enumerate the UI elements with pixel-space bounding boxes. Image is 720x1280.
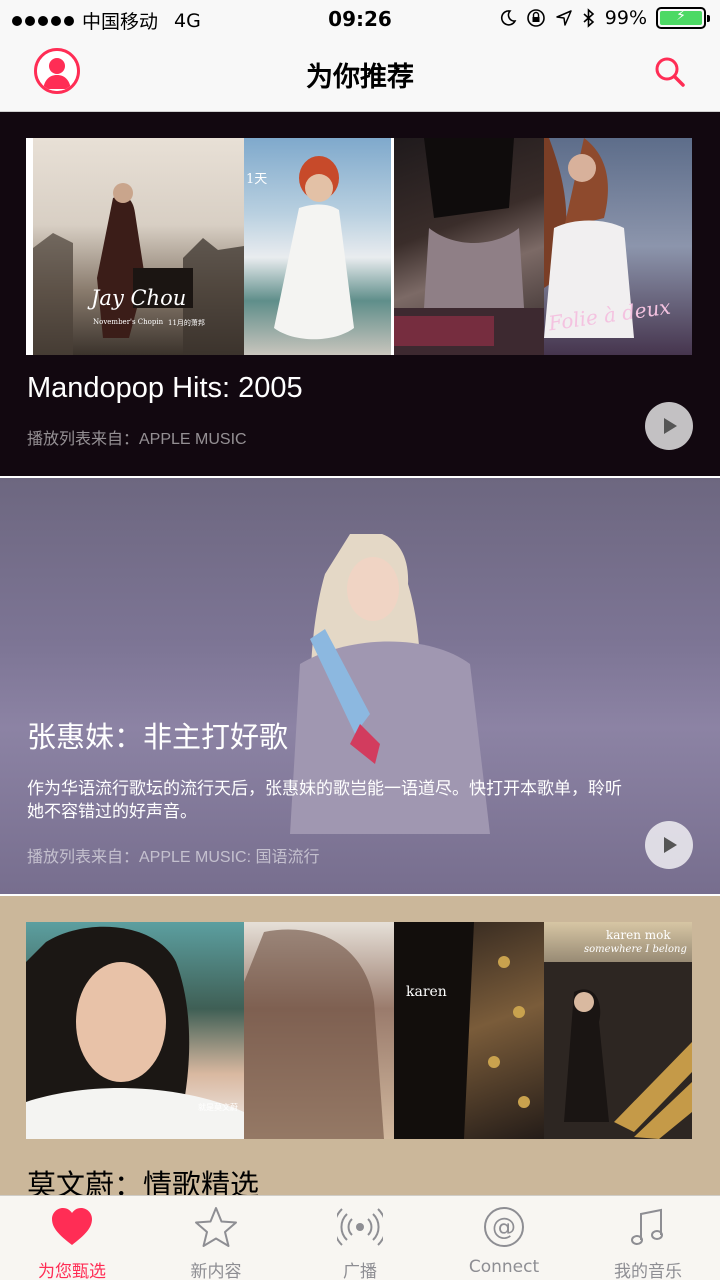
recommendations-feed[interactable]: Jay Chou November's Chopin 11月的萧邦 1天 Fol… bbox=[0, 112, 720, 1195]
radio-icon bbox=[337, 1208, 383, 1246]
playlist-card-karen-mok[interactable]: 就是莫文蔚 karen karen mok somewhere I belong… bbox=[0, 896, 720, 1195]
play-button[interactable] bbox=[645, 821, 693, 869]
playlist-title[interactable]: 张惠妹：非主打好歌 bbox=[27, 714, 288, 756]
playlist-source: 播放列表来自：APPLE MUSIC bbox=[27, 431, 247, 448]
status-bar: 中国移动 4G 09:26 99% ⚡ bbox=[0, 0, 720, 40]
album-cover bbox=[394, 138, 544, 355]
tab-connect[interactable]: @ Connect bbox=[432, 1196, 576, 1280]
playlist-source: 播放列表来自：APPLE MUSIC: 国语流行 bbox=[27, 849, 320, 866]
album-cover: 1天 bbox=[244, 138, 394, 355]
album-cover: 就是莫文蔚 bbox=[26, 922, 244, 1139]
album-title-text: karen bbox=[406, 984, 447, 1000]
tab-label: 为您甄选 bbox=[38, 1262, 106, 1280]
album-subtitle-text: November's Chopin bbox=[93, 318, 164, 326]
album-artist-text: karen mok bbox=[606, 928, 671, 942]
heart-icon bbox=[52, 1208, 92, 1245]
album-cover: karen mok somewhere I belong bbox=[544, 922, 692, 1139]
playlist-description: 作为华语流行歌坛的流行天后，张惠妹的歌岂能一语道尽。快打开本歌单，聆听她不容错过… bbox=[27, 779, 622, 822]
album-cover: karen bbox=[394, 922, 544, 1139]
playlist-title[interactable]: Mandopop Hits: 2005 bbox=[27, 372, 303, 405]
moon-icon bbox=[500, 10, 517, 26]
tab-label: 我的音乐 bbox=[614, 1262, 682, 1280]
tab-bar: 为您甄选 新内容 广播 @ Connect 我的音乐 bbox=[0, 1195, 720, 1280]
search-icon[interactable] bbox=[652, 54, 688, 90]
album-artwork-strip: Jay Chou November's Chopin 11月的萧邦 1天 Fol… bbox=[26, 138, 692, 355]
rotation-lock-icon bbox=[526, 9, 545, 27]
status-right: 99% ⚡ bbox=[499, 7, 710, 29]
album-title-text: somewhere I belong bbox=[584, 944, 687, 955]
star-icon bbox=[195, 1207, 237, 1247]
tab-label: 广播 bbox=[343, 1262, 377, 1280]
tab-my-music[interactable]: 我的音乐 bbox=[576, 1196, 720, 1280]
location-icon bbox=[556, 10, 572, 26]
play-button[interactable] bbox=[645, 402, 693, 450]
album-title-text: 1天 bbox=[246, 172, 268, 187]
battery-icon: ⚡ bbox=[656, 7, 710, 29]
album-cover bbox=[244, 922, 394, 1139]
playlist-title[interactable]: 莫文蔚：情歌精选 bbox=[27, 1162, 259, 1195]
tab-radio[interactable]: 广播 bbox=[288, 1196, 432, 1280]
tab-label: 新内容 bbox=[190, 1262, 242, 1280]
battery-percent: 99% bbox=[604, 7, 647, 29]
album-title-text: 就是莫文蔚 bbox=[198, 1103, 238, 1112]
album-subtitle-cn-text: 11月的萧邦 bbox=[168, 319, 205, 327]
nav-bar: 为你推荐 bbox=[0, 40, 720, 112]
album-artwork-strip: 就是莫文蔚 karen karen mok somewhere I belong bbox=[26, 922, 692, 1139]
playlist-card-a-mei[interactable]: 张惠妹：非主打好歌 作为华语流行歌坛的流行天后，张惠妹的歌岂能一语道尽。快打开本… bbox=[0, 478, 720, 894]
tab-for-you[interactable]: 为您甄选 bbox=[0, 1196, 144, 1280]
svg-text:@: @ bbox=[492, 1213, 516, 1241]
page-title: 为你推荐 bbox=[306, 62, 414, 93]
tab-new[interactable]: 新内容 bbox=[144, 1196, 288, 1280]
album-cover: Folie à deux bbox=[544, 138, 692, 355]
at-icon: @ bbox=[484, 1207, 524, 1247]
album-title-text: Jay Chou bbox=[91, 286, 187, 310]
playlist-card-mandopop[interactable]: Jay Chou November's Chopin 11月的萧邦 1天 Fol… bbox=[0, 112, 720, 476]
album-cover: Jay Chou November's Chopin 11月的萧邦 bbox=[26, 138, 244, 355]
music-note-icon bbox=[631, 1208, 663, 1245]
bluetooth-icon bbox=[583, 8, 594, 28]
tab-label: Connect bbox=[468, 1257, 540, 1277]
